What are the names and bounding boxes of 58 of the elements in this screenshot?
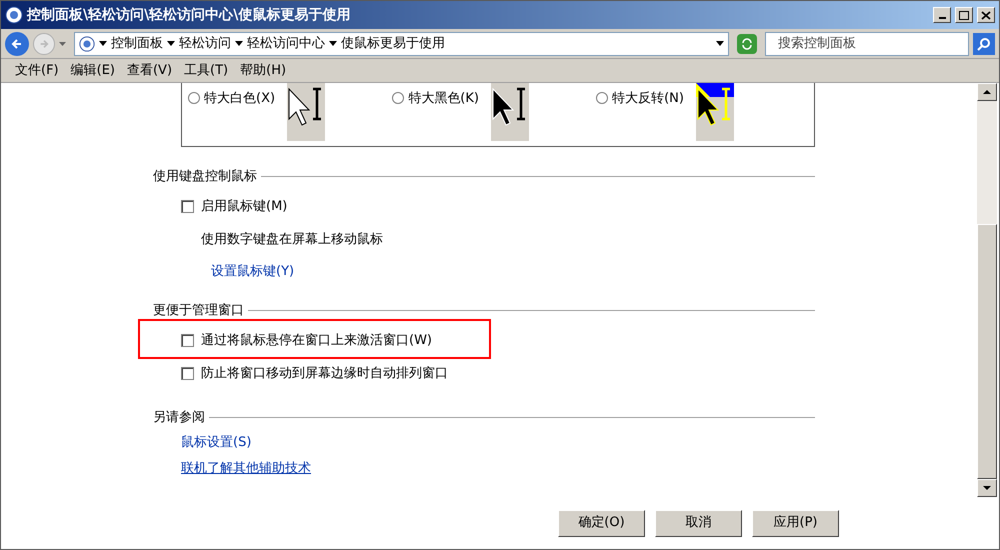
close-button[interactable]	[977, 7, 995, 23]
caret-icon[interactable]	[329, 41, 337, 46]
maximize-icon	[959, 10, 969, 20]
scrollbar[interactable]	[977, 83, 997, 497]
down-arrow-icon[interactable]	[983, 486, 991, 490]
radio-label[interactable]: 特大黑色(K)	[408, 89, 479, 108]
refresh-button[interactable]	[737, 34, 757, 54]
control-panel-icon	[79, 36, 95, 52]
menu-item[interactable]: 查看(V)	[120, 60, 178, 80]
maximize-button[interactable]	[955, 7, 973, 23]
checkbox-label[interactable]: 通过将鼠标悬停在窗口上来激活窗口(W)	[201, 330, 432, 350]
forward-arrow-icon	[39, 38, 49, 48]
breadcrumb[interactable]: 控制面板	[111, 34, 163, 54]
section-heading: 另请参阅	[153, 408, 205, 426]
dialog-button[interactable]: 取消	[655, 510, 742, 536]
dialog-button[interactable]: 应用(P)	[752, 510, 839, 536]
checkbox[interactable]	[181, 200, 194, 213]
checkbox[interactable]	[181, 367, 194, 380]
radio-label[interactable]: 特大白色(X)	[204, 89, 276, 108]
search-button[interactable]	[973, 32, 995, 54]
caret-icon[interactable]	[99, 41, 107, 46]
caret-icon[interactable]	[716, 41, 724, 46]
checkbox[interactable]	[181, 334, 194, 347]
minimize-button[interactable]	[933, 7, 951, 23]
radio-label[interactable]: 特大反转(N)	[612, 89, 684, 108]
search-icon	[977, 36, 991, 50]
radio-button[interactable]	[392, 92, 404, 104]
section-heading: 更便于管理窗口	[153, 302, 244, 320]
breadcrumb[interactable]: 轻松访问中心	[247, 34, 325, 54]
back-arrow-icon	[11, 38, 23, 50]
minimize-icon	[938, 17, 946, 19]
description-text: 使用数字键盘在屏幕上移动鼠标	[201, 231, 384, 249]
section-heading: 使用键盘控制鼠标	[153, 168, 257, 186]
breadcrumb[interactable]: 轻松访问	[179, 34, 231, 54]
link[interactable]: 设置鼠标键(Y)	[211, 262, 294, 281]
breadcrumb[interactable]: 使鼠标更易于使用	[341, 34, 445, 54]
search-field[interactable]: 搜索控制面板	[765, 32, 969, 56]
radio-button[interactable]	[596, 92, 608, 104]
menu-item[interactable]: 编辑(E)	[64, 60, 121, 80]
address-bar[interactable]: 控制面板 轻松访问 轻松访问中心 使鼠标更易于使用	[74, 32, 729, 56]
checkbox-label[interactable]: 启用鼠标键(M)	[201, 196, 288, 216]
refresh-icon	[741, 38, 753, 50]
link[interactable]: 联机了解其他辅助技术	[181, 458, 311, 478]
caret-icon[interactable]	[167, 41, 175, 46]
up-arrow-icon[interactable]	[983, 90, 991, 94]
radio-button[interactable]	[188, 92, 200, 104]
control-panel-icon	[5, 6, 23, 24]
caret-icon[interactable]	[235, 41, 243, 46]
menu-item[interactable]: 工具(T)	[178, 60, 234, 80]
back-button[interactable]	[5, 32, 29, 56]
window-title: 控制面板\轻松访问\轻松访问中心\使鼠标更易于使用	[27, 6, 352, 24]
link[interactable]: 鼠标设置(S)	[181, 433, 252, 452]
checkbox-label[interactable]: 防止将窗口移动到屏幕边缘时自动排列窗口	[201, 364, 448, 384]
close-icon	[981, 10, 991, 20]
dialog-button[interactable]: 确定(O)	[558, 510, 645, 536]
menu-item[interactable]: 文件(F)	[9, 60, 65, 80]
menu-item[interactable]: 帮助(H)	[234, 60, 292, 80]
pointer-preview-icon	[696, 83, 734, 141]
